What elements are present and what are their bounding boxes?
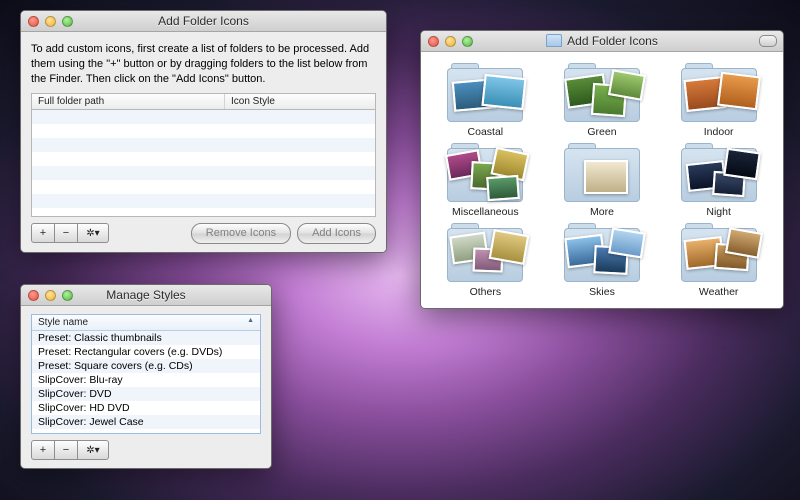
folder-label: Indoor xyxy=(704,126,734,138)
photo-thumbnail xyxy=(487,175,521,201)
folder-item[interactable]: Coastal xyxy=(433,62,538,138)
instructions-text: To add custom icons, first create a list… xyxy=(31,42,376,87)
remove-icons-button[interactable]: Remove Icons xyxy=(191,223,291,244)
column-header-stylename[interactable]: Style name ▲ xyxy=(32,315,260,331)
table-rows-empty[interactable] xyxy=(32,110,375,214)
list-item[interactable]: SlipCover: Jewel Case xyxy=(32,415,260,429)
folder-label: Skies xyxy=(589,286,615,298)
folder-item[interactable]: More xyxy=(550,142,655,218)
gear-menu-button[interactable]: ✲▾ xyxy=(78,440,109,460)
photo-thumbnail xyxy=(482,74,527,110)
manage-styles-window: Manage Styles Style name ▲ Preset: Class… xyxy=(20,284,272,469)
folder-item[interactable]: Skies xyxy=(550,222,655,298)
titlebar[interactable]: Add Folder Icons xyxy=(421,31,783,52)
close-icon[interactable] xyxy=(428,36,439,47)
folder-icon xyxy=(560,62,644,124)
folder-label: Weather xyxy=(699,286,739,298)
minimize-icon[interactable] xyxy=(45,290,56,301)
folder-item[interactable]: Weather xyxy=(666,222,771,298)
titlebar[interactable]: Add Folder Icons xyxy=(21,11,386,32)
remove-button[interactable]: − xyxy=(55,440,78,460)
folder-label: Miscellaneous xyxy=(452,206,519,218)
folder-item[interactable]: Green xyxy=(550,62,655,138)
folder-label: Green xyxy=(587,126,616,138)
add-folder-icons-window: Add Folder Icons To add custom icons, fi… xyxy=(20,10,387,253)
list-item[interactable]: SlipCover: DVD xyxy=(32,387,260,401)
minimize-icon[interactable] xyxy=(445,36,456,47)
gear-icon: ✲▾ xyxy=(86,445,99,456)
photo-thumbnail xyxy=(489,229,530,265)
folder-label: Night xyxy=(706,206,731,218)
close-icon[interactable] xyxy=(28,290,39,301)
folder-icon xyxy=(443,142,527,204)
folder-label: Coastal xyxy=(468,126,504,138)
photo-thumbnail xyxy=(608,69,646,101)
list-item[interactable]: Preset: Square covers (e.g. CDs) xyxy=(32,359,260,373)
folder-icon xyxy=(560,222,644,284)
folder-icon xyxy=(560,142,644,204)
window-title: Add Folder Icons xyxy=(21,14,386,28)
window-title: Add Folder Icons xyxy=(421,34,783,48)
zoom-icon[interactable] xyxy=(462,36,473,47)
add-button[interactable]: + xyxy=(31,440,55,460)
folder-icon xyxy=(443,62,527,124)
close-icon[interactable] xyxy=(28,16,39,27)
folder-icon xyxy=(443,222,527,284)
photo-thumbnail xyxy=(608,228,646,259)
remove-button[interactable]: − xyxy=(55,223,78,243)
titlebar[interactable]: Manage Styles xyxy=(21,285,271,306)
zoom-icon[interactable] xyxy=(62,16,73,27)
list-item[interactable]: SlipCover: HD DVD xyxy=(32,401,260,415)
list-item[interactable]: SlipCover: Blu-ray xyxy=(32,373,260,387)
add-button[interactable]: + xyxy=(31,223,55,243)
folder-icon xyxy=(677,142,761,204)
photo-thumbnail xyxy=(723,148,761,180)
add-icons-button[interactable]: Add Icons xyxy=(297,223,376,244)
folder-item[interactable]: Night xyxy=(666,142,771,218)
toolbar-toggle-button[interactable] xyxy=(759,35,777,47)
folder-label: More xyxy=(590,206,614,218)
column-header-path[interactable]: Full folder path xyxy=(32,94,225,109)
folder-item[interactable]: Others xyxy=(433,222,538,298)
styles-list[interactable]: Style name ▲ Preset: Classic thumbnailsP… xyxy=(31,314,261,434)
gear-icon: ✲▾ xyxy=(86,228,99,239)
photo-thumbnail xyxy=(717,72,761,111)
folder-list-table[interactable]: Full folder path Icon Style xyxy=(31,93,376,217)
list-item[interactable]: Preset: Rectangular covers (e.g. DVDs) xyxy=(32,345,260,359)
finder-window: Add Folder Icons Coastal Green Indoor Misce… xyxy=(420,30,784,309)
zoom-icon[interactable] xyxy=(62,290,73,301)
folder-item[interactable]: Indoor xyxy=(666,62,771,138)
minimize-icon[interactable] xyxy=(45,16,56,27)
folder-label: Others xyxy=(470,286,502,298)
folder-item[interactable]: Miscellaneous xyxy=(433,142,538,218)
gear-menu-button[interactable]: ✲▾ xyxy=(78,223,109,243)
sort-ascending-icon: ▲ xyxy=(247,317,254,328)
folder-icon xyxy=(677,62,761,124)
column-header-style[interactable]: Icon Style xyxy=(225,94,375,109)
folder-icon xyxy=(677,222,761,284)
list-item[interactable]: Preset: Classic thumbnails xyxy=(32,331,260,345)
photo-thumbnail xyxy=(584,160,628,194)
folder-icon-grid: Coastal Green Indoor Miscellaneous More Night… xyxy=(421,52,783,308)
